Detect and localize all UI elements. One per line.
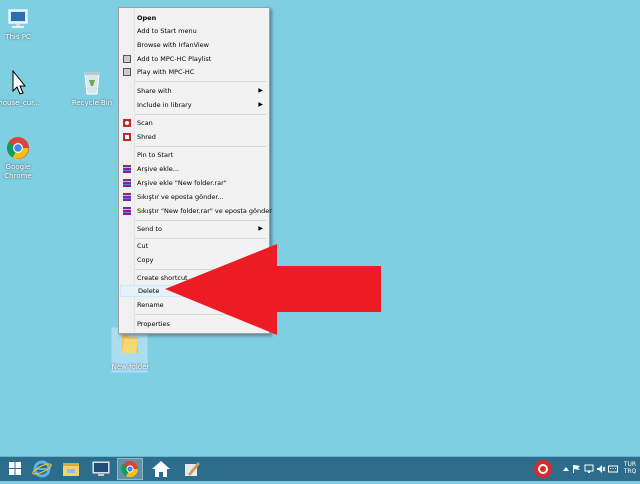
menu-item-label: Sıkıştır "New folder.rar" ve eposta gönd… <box>137 207 272 215</box>
computer-icon <box>8 9 28 28</box>
pointer-arrow-icon <box>165 244 381 335</box>
menu-item-compress-email[interactable]: Sıkıştır ve eposta gönder... <box>120 191 268 203</box>
menu-separator <box>135 146 266 147</box>
winrar-icon <box>123 165 131 173</box>
menu-item-label: Open <box>137 14 157 22</box>
antivirus-scan-icon <box>123 119 131 127</box>
desktop-icon-label: Google Chrome <box>4 163 32 180</box>
menu-item-archive-add-rar[interactable]: Arşive ekle "New folder.rar" <box>120 177 268 189</box>
chrome-icon <box>7 137 29 159</box>
menu-item-label: Sıkıştır ve eposta gönder... <box>137 193 224 201</box>
menu-item-label: Arşive ekle "New folder.rar" <box>137 179 227 187</box>
menu-item-label: Share with <box>137 87 172 95</box>
taskbar-paint[interactable] <box>178 458 204 480</box>
menu-item-add-to-start-menu[interactable]: Add to Start menu <box>120 25 268 37</box>
menu-item-compress-rar-email[interactable]: Sıkıştır "New folder.rar" ve eposta gönd… <box>120 205 272 217</box>
menu-item-scan[interactable]: Scan <box>120 117 268 129</box>
keyboard-icon[interactable] <box>608 464 618 474</box>
start-icon <box>9 462 21 475</box>
submenu-arrow-icon: ▶ <box>258 87 263 94</box>
recycle-bin-icon <box>84 72 100 95</box>
action-center-flag-icon[interactable] <box>572 464 582 474</box>
volume-icon[interactable] <box>596 464 606 474</box>
menu-separator <box>135 220 266 221</box>
menu-separator <box>135 238 266 239</box>
menu-item-label: Send to <box>137 225 162 233</box>
taskbar-home[interactable] <box>148 458 174 480</box>
keyboard-layout: TRQ <box>623 468 637 475</box>
menu-item-label: Add to Start menu <box>137 27 197 35</box>
start-button[interactable] <box>2 458 28 480</box>
menu-item-label: Browse with IrfanView <box>137 41 209 49</box>
menu-item-pin-to-start[interactable]: Pin to Start <box>120 149 268 161</box>
taskbar-chrome[interactable] <box>117 458 143 480</box>
language-indicator[interactable]: TUR TRQ <box>621 461 639 475</box>
network-icon[interactable] <box>584 464 594 474</box>
menu-item-label: Include in library <box>137 101 192 109</box>
menu-item-label: Pin to Start <box>137 151 174 159</box>
menu-separator <box>135 114 266 115</box>
menu-item-archive-add[interactable]: Arşive ekle... <box>120 163 268 175</box>
menu-item-label: Play with MPC-HC <box>137 68 195 76</box>
menu-item-share-with[interactable]: Share with ▶ <box>120 85 268 97</box>
desktop-icon <box>92 461 110 476</box>
desktop-icon-label: New folder <box>111 363 150 371</box>
winrar-icon <box>123 193 131 201</box>
winrar-icon <box>123 179 131 187</box>
menu-item-send-to[interactable]: Send to ▶ <box>120 223 268 235</box>
desktop-icon-label: mouse_cur... <box>0 99 41 107</box>
menu-item-browse-irfanview[interactable]: Browse with IrfanView <box>120 39 268 51</box>
menu-item-label: Delete <box>138 287 160 295</box>
menu-item-label: Copy <box>137 256 154 264</box>
desktop-icon-mouse-cursor[interactable]: mouse_cur... <box>0 70 48 108</box>
file-explorer-icon <box>63 463 79 476</box>
mpc-hc-icon <box>123 68 131 76</box>
taskbar-internet-explorer[interactable] <box>29 458 55 480</box>
tray-antivirus[interactable] <box>530 458 556 480</box>
desktop-icon-label: This PC <box>5 33 31 41</box>
desktop-icon-this-pc[interactable]: This PC <box>0 8 48 42</box>
submenu-arrow-icon: ▶ <box>258 101 263 108</box>
taskbar-remote-desktop[interactable] <box>88 458 114 480</box>
menu-item-shred[interactable]: Shred <box>120 131 268 143</box>
home-icon <box>152 461 170 477</box>
desktop-icon-chrome[interactable]: Google Chrome <box>0 136 48 181</box>
paint-icon <box>185 462 200 476</box>
menu-item-label: Scan <box>137 119 153 127</box>
folder-icon <box>122 335 138 353</box>
menu-item-label: Arşive ekle... <box>137 165 179 173</box>
antivirus-tray-icon <box>534 460 552 478</box>
menu-item-label: Shred <box>137 133 156 141</box>
desktop-icon-label: Recycle Bin <box>71 99 113 107</box>
menu-item-label: Rename <box>137 301 164 309</box>
menu-item-label: Add to MPC-HC Playlist <box>137 55 212 63</box>
taskbar: TUR TRQ <box>0 456 640 481</box>
taskbar-file-explorer[interactable] <box>58 458 84 480</box>
menu-item-include-in-library[interactable]: Include in library ▶ <box>120 99 268 111</box>
mouse-cursor-icon <box>12 70 27 95</box>
winrar-icon <box>123 207 131 215</box>
ie-icon <box>32 460 52 478</box>
menu-item-label: Cut <box>137 242 149 250</box>
chrome-taskbar-icon <box>121 461 139 478</box>
menu-separator <box>135 81 266 82</box>
desktop-icon-recycle-bin[interactable]: Recycle Bin <box>62 70 122 108</box>
language-code: TUR <box>623 461 637 468</box>
shred-icon <box>123 133 131 141</box>
menu-item-add-mpc-playlist[interactable]: Add to MPC-HC Playlist <box>120 53 268 65</box>
menu-item-open[interactable]: Open <box>120 12 268 24</box>
mpc-hc-icon <box>123 55 131 63</box>
tray-arrow-icon[interactable] <box>562 465 570 473</box>
submenu-arrow-icon: ▶ <box>258 225 263 232</box>
menu-item-play-mpc[interactable]: Play with MPC-HC <box>120 66 268 78</box>
